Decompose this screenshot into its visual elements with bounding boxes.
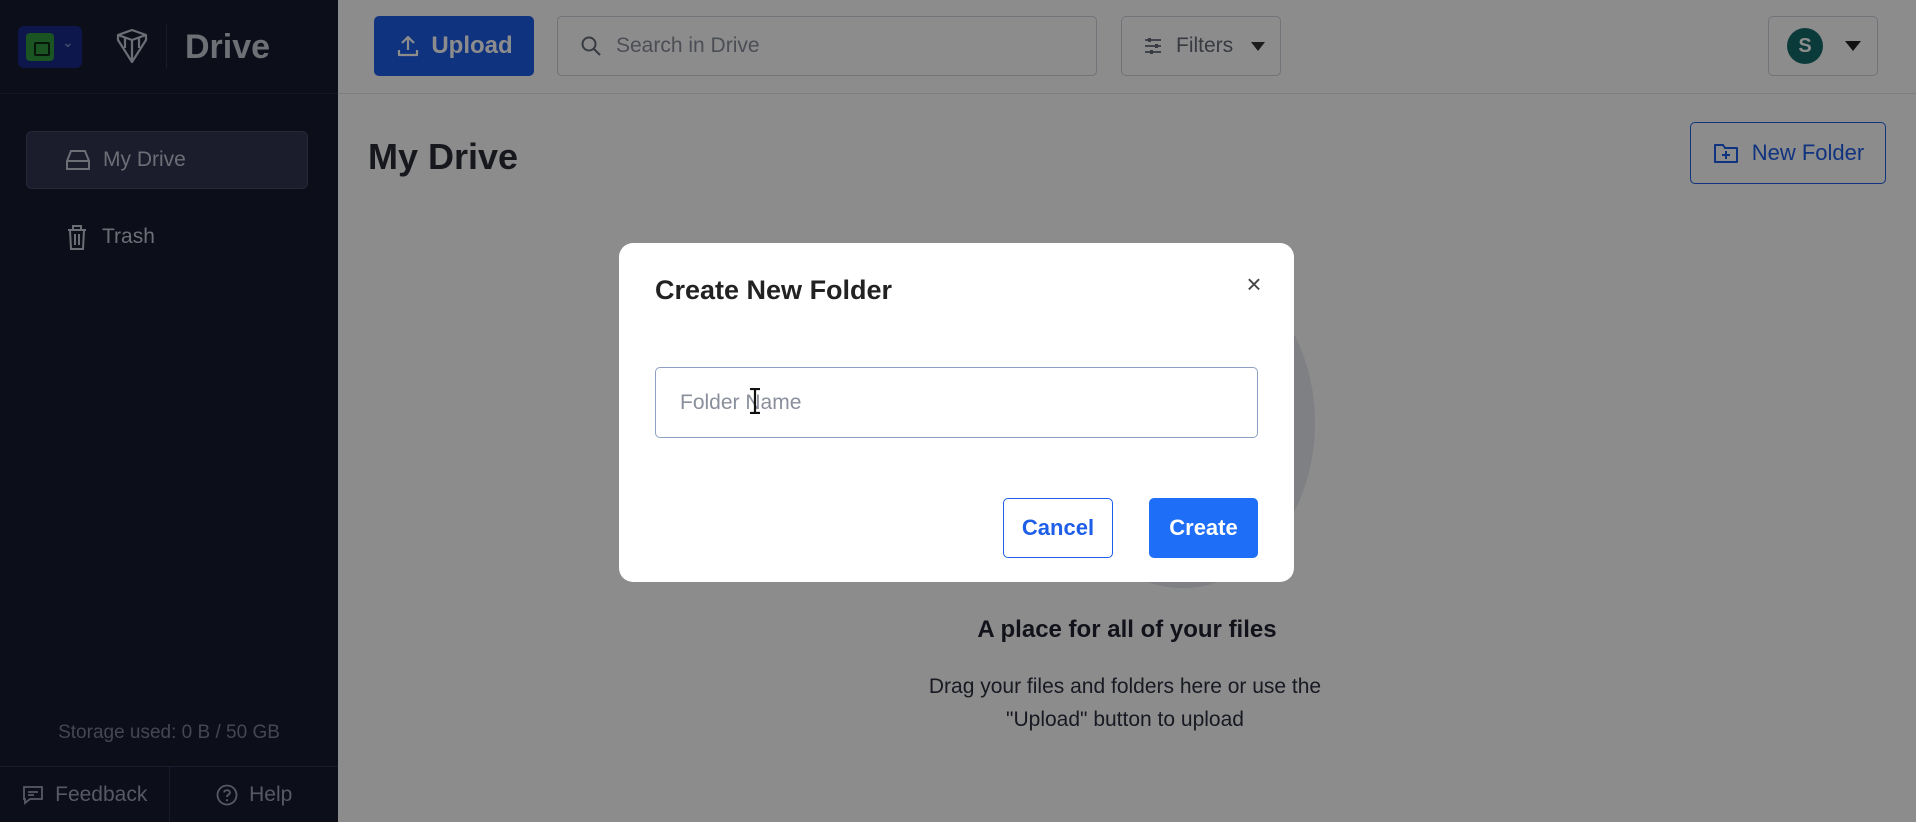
dialog-title: Create New Folder (655, 275, 893, 305)
close-icon[interactable]: × (1241, 271, 1267, 297)
create-folder-dialog: Create New Folder × Cancel Create (619, 243, 1294, 582)
cancel-button[interactable]: Cancel (1003, 498, 1113, 558)
folder-name-input[interactable] (655, 367, 1258, 438)
text-cursor-icon (750, 388, 760, 414)
create-button[interactable]: Create (1149, 498, 1258, 558)
